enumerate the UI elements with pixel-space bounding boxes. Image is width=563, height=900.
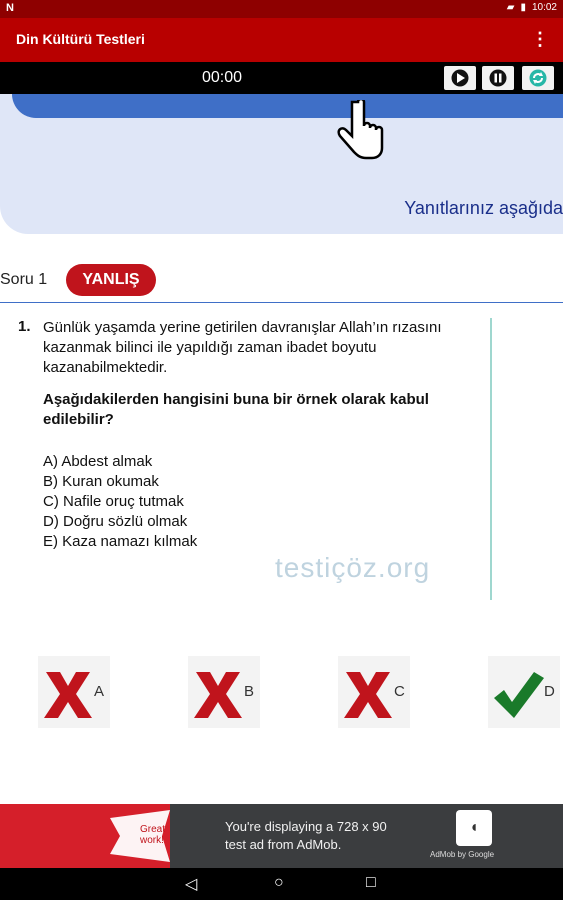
status-time: 10:02 xyxy=(531,2,557,13)
recents-icon[interactable]: □ xyxy=(366,874,376,892)
pause-icon xyxy=(489,69,507,87)
refresh-button[interactable] xyxy=(522,66,554,90)
option-e: E) Kaza namazı kılmak xyxy=(43,533,198,550)
check-icon xyxy=(494,672,544,718)
ad-right-panel: You're displaying a 728 x 90 test ad fro… xyxy=(170,804,563,868)
pause-button[interactable] xyxy=(482,66,514,90)
timer-value: 00:00 xyxy=(202,69,243,86)
question-number: 1. xyxy=(18,318,31,335)
answer-a[interactable]: A xyxy=(38,656,110,728)
ad-line1: You're displaying a 728 x 90 xyxy=(225,819,387,834)
answer-letter: B xyxy=(244,683,255,700)
cross-icon xyxy=(44,672,92,718)
timer-bar: 00:00 xyxy=(0,62,563,94)
options-list: A) Abdest almak B) Kuran okumak C) Nafil… xyxy=(43,452,197,552)
more-vert-icon[interactable]: ⋮ xyxy=(531,29,549,50)
ad-left-panel: Great work! xyxy=(0,804,170,868)
battery-icon: ▮ xyxy=(520,2,526,13)
play-icon xyxy=(451,69,469,87)
answer-letter: D xyxy=(544,683,555,700)
home-icon[interactable]: ○ xyxy=(274,874,284,892)
option-b: B) Kuran okumak xyxy=(43,473,159,490)
answer-b[interactable]: B xyxy=(188,656,260,728)
ad-left-text: Great work! xyxy=(140,824,166,846)
wifi-icon: ▰ xyxy=(506,2,515,13)
app-bar: Din Kültürü Testleri ⋮ xyxy=(0,18,563,62)
answer-letter: C xyxy=(394,683,405,700)
ad-banner[interactable]: Great work! You're displaying a 728 x 90… xyxy=(0,804,563,868)
option-c: C) Nafile oruç tutmak xyxy=(43,493,184,510)
question-prompt: Aşağıdakilerden hangisini buna bir örnek… xyxy=(43,391,429,428)
admob-logo-icon: ◖ xyxy=(456,810,492,846)
question-header: Soru 1 YANLIŞ xyxy=(0,264,563,304)
banner-stripe xyxy=(12,94,563,118)
status-right: ▰ ▮ 10:02 xyxy=(507,2,557,13)
watermark: testiçöz.org xyxy=(275,552,431,583)
hand-pointer-icon xyxy=(337,100,384,160)
option-a: A) Abdest almak xyxy=(43,453,153,470)
question-label: Soru 1 xyxy=(0,271,48,288)
answer-row: A B C D xyxy=(0,656,563,730)
ad-line2: test ad from AdMob. xyxy=(225,837,342,852)
refresh-icon xyxy=(529,69,547,87)
banner-hint: Yanıtlarınız aşağıda xyxy=(404,198,563,218)
question-text: Günlük yaşamda yerine getirilen davranış… xyxy=(43,319,442,376)
back-icon[interactable]: ◁ xyxy=(185,874,197,894)
cross-icon xyxy=(344,672,392,718)
nav-bar: ◁ ○ □ xyxy=(0,868,563,900)
cross-icon xyxy=(194,672,242,718)
answer-d[interactable]: D xyxy=(488,656,560,728)
result-badge: YANLIŞ xyxy=(66,264,156,296)
option-d: D) Doğru sözlü olmak xyxy=(43,513,188,530)
header-divider xyxy=(0,302,563,303)
status-bar: N ▰ ▮ 10:02 xyxy=(0,0,563,18)
ad-text: You're displaying a 728 x 90 test ad fro… xyxy=(225,818,445,854)
play-button[interactable] xyxy=(444,66,476,90)
question-side-line xyxy=(490,318,492,600)
status-left-indicator: N xyxy=(6,2,14,14)
ad-brand: AdMob by Google xyxy=(430,850,495,859)
answer-letter: A xyxy=(94,683,105,700)
results-banner: Yanıtlarınız aşağıda xyxy=(0,94,563,234)
app-title: Din Kültürü Testleri xyxy=(16,31,145,47)
answer-c[interactable]: C xyxy=(338,656,410,728)
